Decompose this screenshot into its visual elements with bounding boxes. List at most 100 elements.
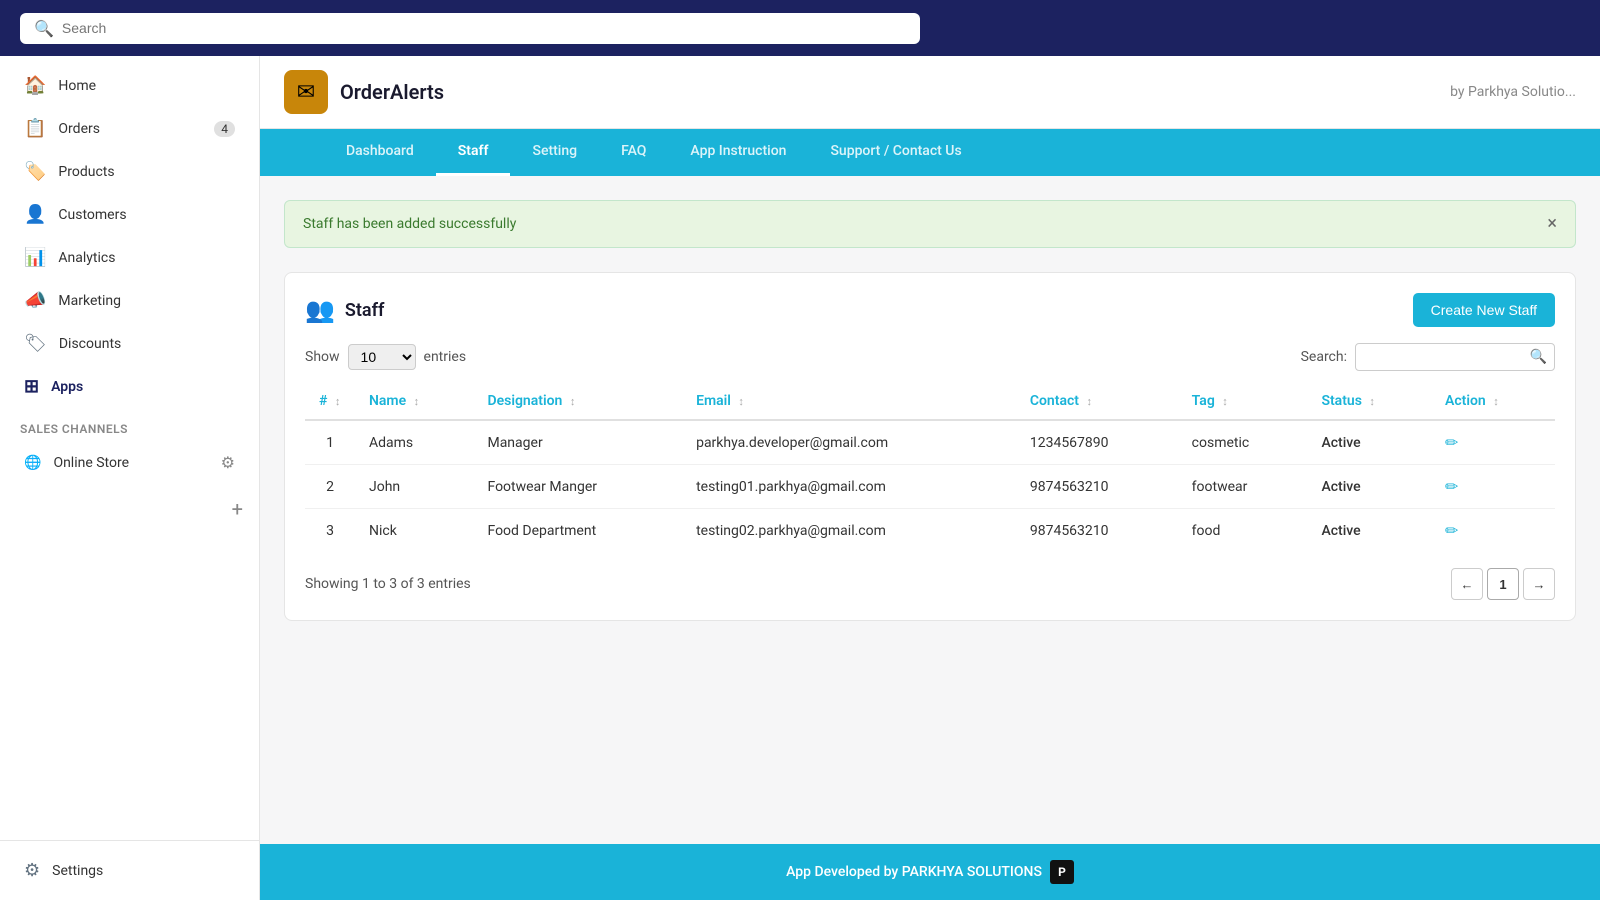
cell-num: 1 <box>305 420 355 465</box>
cell-contact: 1234567890 <box>1016 420 1178 465</box>
sort-icon-designation: ↕ <box>570 395 576 408</box>
success-alert: Staff has been added successfully × <box>284 200 1576 248</box>
pagination-info: Showing 1 to 3 of 3 entries <box>305 576 471 592</box>
footer-logo: P <box>1050 860 1074 884</box>
cell-action[interactable]: ✏ <box>1431 420 1555 465</box>
cell-email: testing01.parkhya@gmail.com <box>682 465 1016 509</box>
content-area: ✉ OrderAlerts by Parkhya Solutio... Dash… <box>260 56 1600 900</box>
app-title: OrderAlerts <box>340 80 444 104</box>
sidebar-item-orders[interactable]: 📋 Orders 4 <box>8 108 251 149</box>
cell-tag: footwear <box>1178 465 1308 509</box>
online-store-icon: 🌐 <box>24 455 41 471</box>
sort-icon-tag: ↕ <box>1222 395 1228 408</box>
sidebar-item-online-store[interactable]: 🌐 Online Store ⚙ <box>8 443 251 482</box>
marketing-icon: 📣 <box>24 290 46 311</box>
staff-panel-header: 👥 Staff Create New Staff <box>305 293 1555 327</box>
sort-icon-status: ↕ <box>1369 395 1375 408</box>
staff-title-area: 👥 Staff <box>305 296 384 324</box>
cell-action[interactable]: ✏ <box>1431 509 1555 553</box>
analytics-icon: 📊 <box>24 247 46 268</box>
table-search-wrapper: 🔍 <box>1355 343 1555 371</box>
apps-icon: ⊞ <box>24 376 39 397</box>
col-header-name[interactable]: Name ↕ <box>355 383 473 420</box>
sidebar-item-apps[interactable]: ⊞ Apps <box>8 366 251 407</box>
edit-button[interactable]: ✏ <box>1445 521 1458 540</box>
page-body: Staff has been added successfully × 👥 St… <box>260 176 1600 844</box>
cell-name: John <box>355 465 473 509</box>
sort-icon-contact: ↕ <box>1086 395 1092 408</box>
sidebar-item-marketing[interactable]: 📣 Marketing <box>8 280 251 321</box>
cell-status: Active <box>1307 465 1431 509</box>
table-row: 2 John Footwear Manger testing01.parkhya… <box>305 465 1555 509</box>
alert-close-button[interactable]: × <box>1547 215 1557 233</box>
table-row: 1 Adams Manager parkhya.developer@gmail.… <box>305 420 1555 465</box>
cell-action[interactable]: ✏ <box>1431 465 1555 509</box>
staff-icon: 👥 <box>305 296 335 324</box>
col-header-contact[interactable]: Contact ↕ <box>1016 383 1178 420</box>
table-search-label: Search: <box>1301 349 1347 365</box>
pagination-controls: ← 1 → <box>1451 568 1555 600</box>
sort-icon-num: ↕ <box>335 395 341 408</box>
alert-message: Staff has been added successfully <box>303 216 516 232</box>
col-header-designation[interactable]: Designation ↕ <box>473 383 682 420</box>
cell-status: Active <box>1307 509 1431 553</box>
table-controls: Show 10 25 50 entries Search: 🔍 <box>305 343 1555 371</box>
next-page-button[interactable]: → <box>1523 568 1555 600</box>
cell-email: testing02.parkhya@gmail.com <box>682 509 1016 553</box>
sidebar-item-discounts[interactable]: 🏷 Discounts <box>8 323 251 364</box>
tab-dashboard[interactable]: Dashboard <box>324 129 436 176</box>
tab-staff[interactable]: Staff <box>436 129 511 176</box>
prev-page-button[interactable]: ← <box>1451 568 1483 600</box>
search-input[interactable] <box>62 20 906 36</box>
online-store-settings-icon: ⚙ <box>221 453 235 472</box>
entries-select[interactable]: 10 25 50 <box>348 344 416 370</box>
cell-contact: 9874563210 <box>1016 465 1178 509</box>
table-header-row: # ↕ Name ↕ Designation ↕ Email ↕ <box>305 383 1555 420</box>
app-logo-emoji: ✉ <box>297 80 315 105</box>
col-header-tag[interactable]: Tag ↕ <box>1178 383 1308 420</box>
cell-tag: food <box>1178 509 1308 553</box>
sidebar-item-analytics[interactable]: 📊 Analytics <box>8 237 251 278</box>
cell-name: Adams <box>355 420 473 465</box>
cell-email: parkhya.developer@gmail.com <box>682 420 1016 465</box>
sidebar-item-products[interactable]: 🏷️ Products <box>8 151 251 192</box>
col-header-status[interactable]: Status ↕ <box>1307 383 1431 420</box>
add-sales-channel-icon[interactable]: + <box>232 497 243 521</box>
search-icon: 🔍 <box>34 19 54 38</box>
entries-label: entries <box>424 349 467 365</box>
sidebar: 🏠 Home 📋 Orders 4 🏷️ Products 👤 Customer… <box>0 56 260 900</box>
table-search-input[interactable] <box>1355 343 1555 371</box>
sidebar-item-customers[interactable]: 👤 Customers <box>8 194 251 235</box>
col-header-email[interactable]: Email ↕ <box>682 383 1016 420</box>
search-box[interactable]: 🔍 <box>20 13 920 44</box>
cell-num: 3 <box>305 509 355 553</box>
settings-icon: ⚙ <box>24 860 40 881</box>
customers-icon: 👤 <box>24 204 46 225</box>
cell-contact: 9874563210 <box>1016 509 1178 553</box>
show-label: Show <box>305 349 340 365</box>
home-icon: 🏠 <box>24 75 46 96</box>
search-area: Search: 🔍 <box>1301 343 1555 371</box>
footer: App Developed by PARKHYA SOLUTIONS P <box>260 844 1600 900</box>
footer-text: App Developed by PARKHYA SOLUTIONS <box>786 864 1042 880</box>
edit-button[interactable]: ✏ <box>1445 433 1458 452</box>
edit-button[interactable]: ✏ <box>1445 477 1458 496</box>
tab-support[interactable]: Support / Contact Us <box>808 129 983 176</box>
create-new-staff-button[interactable]: Create New Staff <box>1413 293 1555 327</box>
tab-setting[interactable]: Setting <box>510 129 599 176</box>
page-1-button[interactable]: 1 <box>1487 568 1519 600</box>
col-header-action[interactable]: Action ↕ <box>1431 383 1555 420</box>
discounts-icon: 🏷 <box>24 333 47 354</box>
top-bar: 🔍 <box>0 0 1600 56</box>
orders-icon: 📋 <box>24 118 46 139</box>
sidebar-item-home[interactable]: 🏠 Home <box>8 65 251 106</box>
tab-app-instruction[interactable]: App Instruction <box>668 129 808 176</box>
cell-designation: Manager <box>473 420 682 465</box>
staff-title: Staff <box>345 300 385 321</box>
app-logo-area: ✉ OrderAlerts <box>284 70 444 114</box>
col-header-num[interactable]: # ↕ <box>305 383 355 420</box>
sidebar-item-settings[interactable]: ⚙ Settings <box>8 850 251 891</box>
tab-faq[interactable]: FAQ <box>599 129 668 176</box>
cell-status: Active <box>1307 420 1431 465</box>
app-by-text: by Parkhya Solutio... <box>1450 84 1576 100</box>
